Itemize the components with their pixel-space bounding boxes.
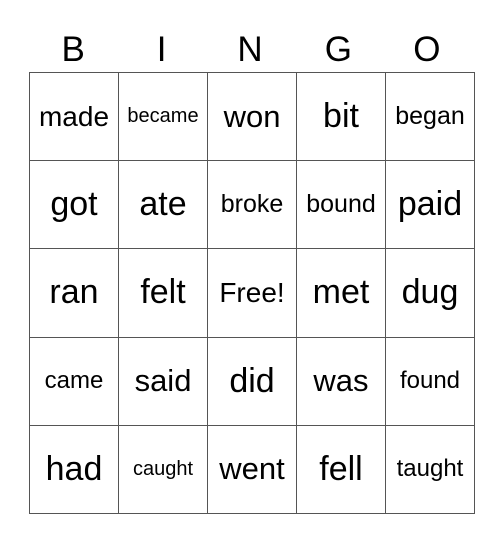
bingo-cell[interactable]: found (385, 336, 475, 426)
bingo-cell[interactable]: made (29, 71, 119, 162)
bingo-cell[interactable]: caught (118, 424, 208, 515)
bingo-cell[interactable]: became (118, 71, 208, 162)
bingo-cell[interactable]: broke (207, 160, 297, 250)
grid-row: had caught went fell taught (29, 424, 475, 515)
bingo-cell[interactable]: dug (385, 248, 475, 338)
grid-row: got ate broke bound paid (29, 160, 475, 250)
header-letter-i: I (156, 30, 167, 69)
grid-row: ran felt Free! met dug (29, 248, 475, 338)
bingo-cell[interactable]: won (207, 71, 297, 162)
bingo-cell[interactable]: ran (29, 248, 119, 338)
bingo-cell[interactable]: had (29, 424, 119, 515)
bingo-cell[interactable]: did (207, 336, 297, 426)
bingo-cell[interactable]: came (29, 336, 119, 426)
bingo-cell[interactable]: was (296, 336, 386, 426)
bingo-cell[interactable]: paid (385, 160, 475, 250)
bingo-cell[interactable]: ate (118, 160, 208, 250)
free-space-cell[interactable]: Free! (207, 248, 297, 338)
bingo-cell[interactable]: fell (296, 424, 386, 515)
header-letter-n: N (237, 30, 263, 69)
bingo-cell[interactable]: felt (118, 248, 208, 338)
bingo-header: B I N G O (29, 28, 471, 72)
bingo-cell[interactable]: began (385, 71, 475, 162)
header-letter-g: G (324, 30, 353, 69)
grid-row: made became won bit began (29, 71, 475, 162)
grid-row: came said did was found (29, 336, 475, 426)
header-letter-o: O (413, 30, 441, 69)
bingo-cell[interactable]: said (118, 336, 208, 426)
bingo-cell[interactable]: bit (296, 71, 386, 162)
bingo-grid: made became won bit began got ate broke … (29, 71, 475, 515)
bingo-cell[interactable]: got (29, 160, 119, 250)
bingo-cell[interactable]: bound (296, 160, 386, 250)
bingo-cell[interactable]: went (207, 424, 297, 515)
bingo-cell[interactable]: taught (385, 424, 475, 515)
bingo-cell[interactable]: met (296, 248, 386, 338)
header-letter-b: B (61, 30, 85, 69)
